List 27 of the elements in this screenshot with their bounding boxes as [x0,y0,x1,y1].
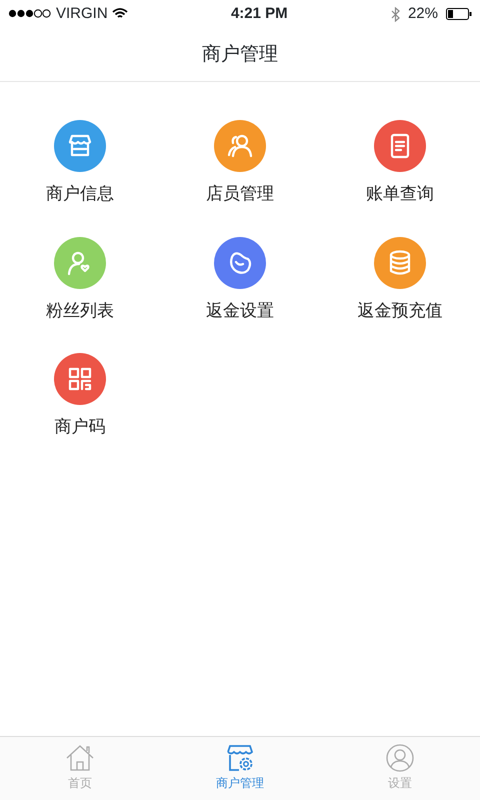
wifi-icon [112,8,128,20]
user-icon [385,743,415,773]
people-icon [226,132,254,160]
menu-label[interactable]: 返金设置 [206,298,274,324]
menu-icon-button[interactable] [54,120,106,172]
tab-item[interactable]: 商户管理 [160,737,320,800]
menu-icon-button[interactable] [374,236,426,288]
store-gear-icon [225,743,255,773]
menu-label[interactable]: 返金预充值 [358,298,442,324]
menu-icon-button[interactable] [214,120,266,172]
qr-code-icon [66,365,94,393]
battery-percent: 22% [408,4,438,24]
menu-label[interactable]: 商户码 [54,415,106,440]
menu-label[interactable]: 粉丝列表 [46,298,114,324]
bluetooth-icon [390,6,400,22]
menu-label[interactable]: 账单查询 [366,182,434,208]
battery-icon [446,8,472,20]
menu-label[interactable]: 商户信息 [46,182,114,208]
menu-icon-button[interactable] [54,353,106,405]
menu-label[interactable]: 店员管理 [206,182,274,208]
page-title: 商户管理 [202,42,278,68]
status-time: 4:21 PM [230,4,289,24]
menu-icon-button[interactable] [54,236,106,288]
menu-icon-button[interactable] [214,236,266,288]
carrier-name: VIRGIN [56,4,108,24]
menu-icon-button[interactable] [374,120,426,172]
home-icon [65,743,95,773]
